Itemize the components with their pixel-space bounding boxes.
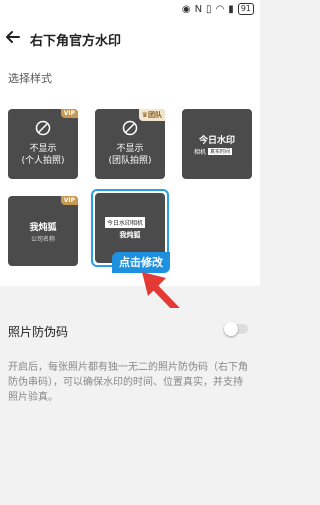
eye-icon: ◉: [181, 3, 191, 15]
watermark-camera-label: 相机: [194, 149, 207, 156]
anti-counterfeit-toggle[interactable]: [224, 322, 248, 336]
back-arrow-icon[interactable]: [4, 28, 22, 46]
watermark-title: 今日水印: [198, 136, 235, 146]
ban-icon: [122, 120, 138, 136]
style-card-brand[interactable]: VIP 我炖狐 公司名称: [8, 196, 78, 266]
watermark-chip: 真实时间: [208, 148, 233, 155]
toggle-label: 照片防伪码: [8, 325, 69, 339]
brand-name: 我炖狐: [119, 231, 141, 239]
nfc-icon: N: [194, 3, 203, 15]
brand-name: 我炖狐: [29, 223, 57, 233]
status-icons: ◉ N ▯ ◠ ▮ 91: [182, 3, 254, 15]
style-card-today-watermark[interactable]: 今日水印 相机 真实时间: [182, 109, 252, 179]
wifi-icon: ◠: [215, 3, 225, 15]
watermark-chip: 今日水印相机: [105, 217, 146, 228]
team-badge: ♛团队: [138, 109, 165, 121]
vibrate-icon: ▯: [206, 3, 212, 15]
style-card-hidden-team[interactable]: ♛团队 不显示 (团队拍照): [95, 109, 165, 179]
description-text: 开启后，每张照片都有独一无二的照片防伪码（右下角防伪串码），可以确保水印的时间、…: [8, 362, 248, 403]
signal-icon: ▮: [228, 3, 234, 15]
team-badge-label: 团队: [148, 111, 162, 119]
status-bar: ◉ N ▯ ◠ ▮ 91: [0, 0, 260, 20]
watermark-row: 相机 真实时间: [194, 147, 233, 156]
battery-indicator: 91: [237, 3, 254, 15]
company-name: 公司名称: [30, 236, 55, 243]
ban-icon: [35, 120, 51, 136]
vip-badge: VIP: [60, 196, 78, 205]
card-sublabel: (个人拍照): [21, 156, 65, 166]
vip-badge: VIP: [60, 109, 78, 118]
card-sublabel: (团队拍照): [108, 156, 152, 166]
header: 右下角官方水印: [0, 20, 260, 58]
section-label: 选择样式: [8, 72, 52, 85]
style-card-hidden-personal[interactable]: VIP 不显示 (个人拍照): [8, 109, 78, 179]
page-title: 右下角官方水印: [30, 34, 122, 49]
toggle-knob: [224, 322, 238, 336]
anti-counterfeit-row: 照片防伪码: [0, 308, 260, 352]
